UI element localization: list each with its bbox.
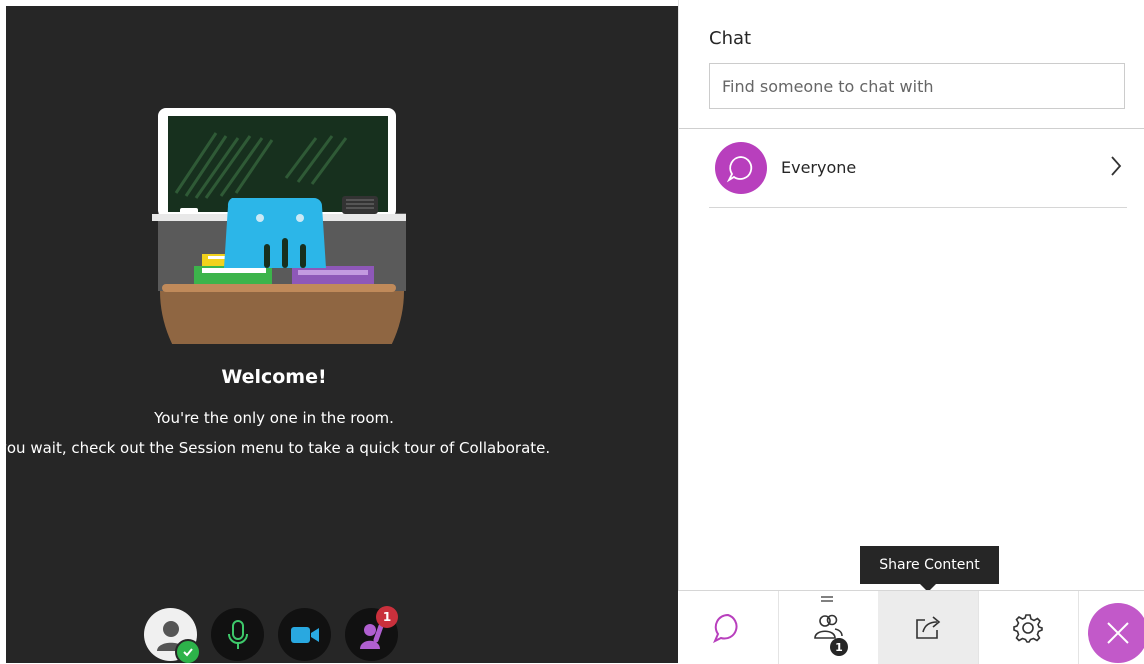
close-icon <box>1107 622 1129 644</box>
camera-button[interactable] <box>278 608 331 661</box>
attendee-count-badge: 1 <box>830 638 848 656</box>
tab-share-content[interactable] <box>878 591 979 664</box>
raise-hand-button[interactable]: 1 <box>345 606 398 661</box>
share-icon <box>916 615 941 639</box>
check-icon <box>183 648 193 657</box>
gear-icon <box>1013 613 1043 643</box>
chat-bubble-icon <box>713 613 738 643</box>
tab-attendees[interactable]: 1 <box>778 591 879 664</box>
conversation-avatar <box>715 142 767 194</box>
conversation-name: Everyone <box>781 158 857 177</box>
status-badge <box>175 639 201 663</box>
close-panel-button[interactable] <box>1088 603 1144 663</box>
panel-title: Chat <box>709 28 752 49</box>
chat-search-input[interactable] <box>709 63 1125 109</box>
welcome-message: You're the only one in the room. <box>154 409 394 427</box>
tab-settings[interactable] <box>978 591 1079 664</box>
classroom-illustration <box>152 108 406 344</box>
microphone-button[interactable] <box>211 608 264 661</box>
welcome-title: Welcome! <box>221 366 327 388</box>
conversation-everyone[interactable]: Everyone <box>709 136 1127 208</box>
share-content-tooltip: Share Content <box>860 546 999 584</box>
video-camera-icon <box>290 626 319 643</box>
menu-handle-icon <box>821 596 833 602</box>
hand-badge: 1 <box>376 606 398 628</box>
my-status-button[interactable] <box>144 608 201 663</box>
chevron-right-icon <box>1111 156 1122 176</box>
bottom-toolbar: 1 <box>678 590 1144 664</box>
divider <box>679 128 1144 129</box>
chat-bubble-icon <box>726 156 753 183</box>
main-stage: Welcome! You're the only one in the room… <box>6 6 678 663</box>
welcome-hint: you wait, check out the Session menu to … <box>6 439 551 457</box>
tab-chat[interactable] <box>678 591 779 664</box>
microphone-icon <box>227 619 248 649</box>
